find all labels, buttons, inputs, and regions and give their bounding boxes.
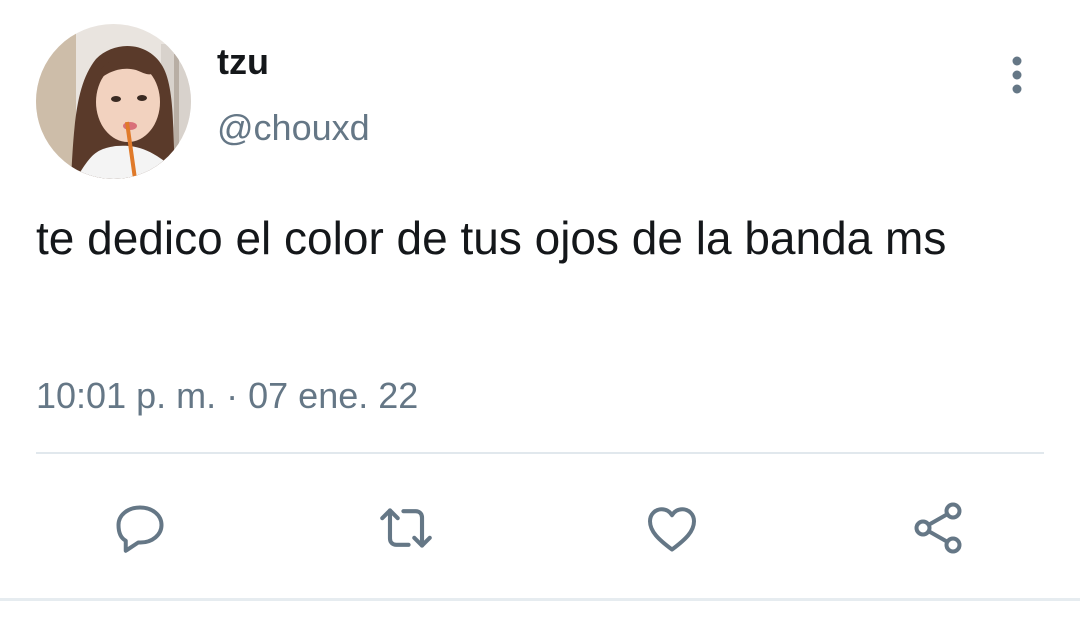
meta-separator: · [226,375,239,416]
tweet-text: te dedico el color de tus ojos de la ban… [36,212,947,264]
share-button[interactable] [906,496,970,560]
share-icon [914,502,962,554]
display-name[interactable]: tzu [217,40,269,84]
tweet-timestamp[interactable]: 10:01 p. m. · 07 ene. 22 [36,374,418,418]
more-vertical-icon [1012,56,1022,94]
tweet-time: 10:01 p. m. [36,375,217,416]
retweet-icon [380,508,432,548]
reply-button[interactable] [108,496,172,560]
divider [36,452,1044,454]
bottom-divider [0,598,1080,601]
tweet-date: 07 ene. 22 [248,375,419,416]
username-handle[interactable]: @chouxd [217,106,370,150]
avatar[interactable] [36,24,191,179]
retweet-button[interactable] [374,496,438,560]
reply-icon [116,505,164,553]
more-options-button[interactable] [996,52,1038,98]
heart-icon [648,507,696,552]
avatar-photo [36,24,191,179]
like-button[interactable] [640,496,704,560]
